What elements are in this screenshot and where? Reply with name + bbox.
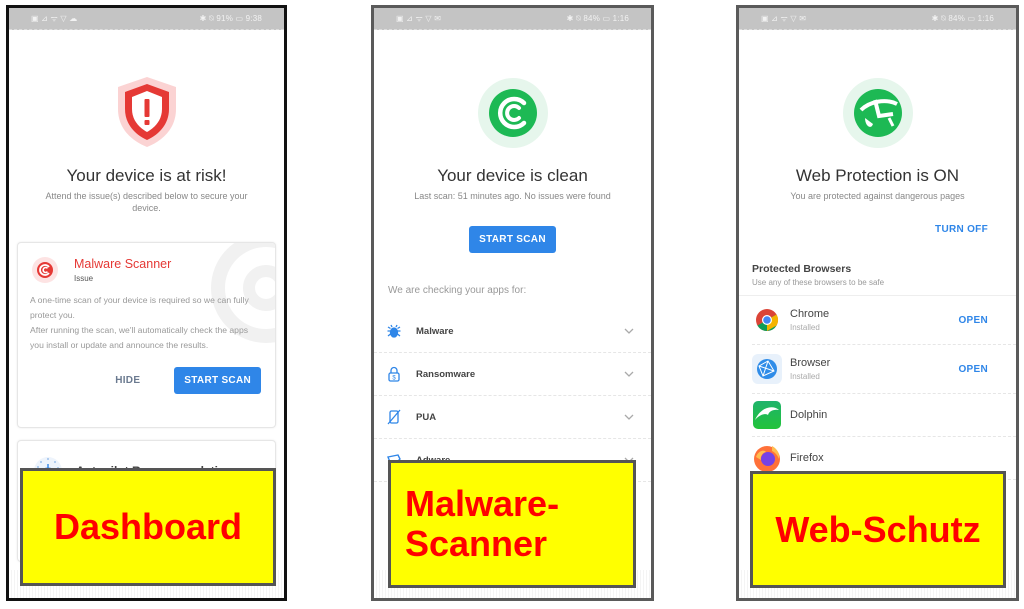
risk-hero: Your device is at risk! Attend the issue… (9, 72, 284, 214)
status-icons-left: ▣ ⊿ ᯤ ▽ ✉ (396, 14, 442, 23)
turn-off-button[interactable]: TURN OFF (739, 202, 1016, 235)
status-icons-right: ✱ ⍉ 84% ▭ 1:16 (566, 13, 629, 23)
overlay-label-text: Dashboard (53, 506, 243, 547)
browser-name: Browser (790, 357, 831, 369)
card-body: A one-time scan of your device is requir… (18, 283, 275, 353)
chevron-down-icon[interactable] (623, 411, 635, 423)
status-icons-left: ▣ ⊿ ᯤ ▽ ✉ (761, 14, 807, 23)
browser-status: Installed (790, 323, 820, 332)
card-body-line: After running the scan, we'll automatica… (30, 325, 249, 350)
browser-list: Chrome Installed OPEN Browser Installed … (739, 295, 1016, 480)
hero-title: Web Protection is ON (795, 166, 960, 185)
protected-browsers-subtitle: Use any of these browsers to be safe (752, 278, 885, 287)
browser-name: Chrome (790, 308, 830, 320)
browser-status: Installed (790, 372, 820, 381)
protected-browsers-title: Protected Browsers (752, 263, 852, 275)
issue-tag: Issue (74, 274, 94, 283)
overlay-label-text: Malware- (405, 483, 560, 524)
hero-title: Your device is clean (437, 166, 588, 185)
browser-item-dolphin[interactable]: Dolphin (752, 394, 1016, 437)
start-scan-button[interactable]: START SCAN (469, 226, 556, 253)
lock-dollar-icon: $ (386, 366, 402, 382)
card-title: Malware Scanner (74, 257, 172, 271)
checking-label: We are checking your apps for: (388, 285, 527, 296)
status-icons-right: ✱ ⍉ 84% ▭ 1:16 (931, 13, 994, 23)
status-bar: ▣ ⊿ ᯤ ▽ ✉ ✱ ⍉ 84% ▭ 1:16 (739, 8, 1016, 30)
browser-globe-icon (752, 354, 782, 384)
status-bar: ▣ ⊿ ᯤ ▽ ☁ ✱ ⍉ 91% ▭ 9:38 (9, 8, 284, 30)
malware-scanner-icon (32, 257, 58, 283)
threat-name: Ransomware (416, 368, 476, 380)
browser-item-chrome[interactable]: Chrome Installed OPEN (752, 296, 1016, 345)
open-chrome-button[interactable]: OPEN (958, 315, 988, 326)
malware-scanner-card: Malware Scanner Issue A one-time scan of… (17, 242, 276, 428)
bug-icon (386, 323, 402, 339)
overlay-label-dashboard: Dashboard (20, 468, 276, 586)
threat-name: Malware (416, 325, 454, 337)
status-icons-right: ✱ ⍉ 91% ▭ 9:38 (199, 13, 262, 23)
status-bar: ▣ ⊿ ᯤ ▽ ✉ ✱ ⍉ 84% ▭ 1:16 (374, 8, 651, 30)
threat-name: PUA (416, 411, 437, 423)
hero-title: Your device is at risk! (66, 166, 227, 185)
browser-name: Firefox (790, 452, 824, 464)
overlay-label-malware-scanner: Malware- Scanner (388, 460, 636, 588)
chevron-down-icon[interactable] (623, 368, 635, 380)
threat-item-ransomware[interactable]: $ Ransomware (374, 353, 651, 396)
scanner-clean-icon (477, 78, 548, 148)
chrome-icon (752, 305, 782, 335)
hero-subtitle: Attend the issue(s) described below to s… (45, 191, 248, 213)
status-icons-left: ▣ ⊿ ᯤ ▽ ☁ (31, 14, 78, 23)
chevron-down-icon[interactable] (623, 325, 635, 337)
hero-subtitle: You are protected against dangerous page… (790, 191, 965, 201)
threat-item-pua[interactable]: PUA (374, 396, 651, 439)
shield-alert-icon (112, 72, 182, 152)
hide-button[interactable]: HIDE (115, 375, 140, 386)
overlay-label-text: Web-Schutz (775, 508, 981, 550)
threat-item-malware[interactable]: Malware (374, 310, 651, 353)
firefox-icon (752, 443, 782, 473)
phone-crossed-icon (386, 409, 402, 425)
open-browser-button[interactable]: OPEN (958, 364, 988, 375)
threat-list: Malware $ Ransomware PUA (374, 310, 651, 482)
dolphin-icon (752, 400, 782, 430)
browser-item-browser[interactable]: Browser Installed OPEN (752, 345, 1016, 394)
card-body-line: A one-time scan of your device is requir… (30, 295, 249, 320)
start-scan-button[interactable]: START SCAN (174, 367, 261, 394)
overlay-label-text: Scanner (405, 523, 548, 564)
hero-subtitle: Last scan: 51 minutes ago. No issues wer… (414, 191, 611, 201)
web-protection-globe-icon (842, 78, 913, 148)
browser-name: Dolphin (790, 409, 828, 421)
overlay-label-web-schutz: Web-Schutz (750, 471, 1006, 588)
